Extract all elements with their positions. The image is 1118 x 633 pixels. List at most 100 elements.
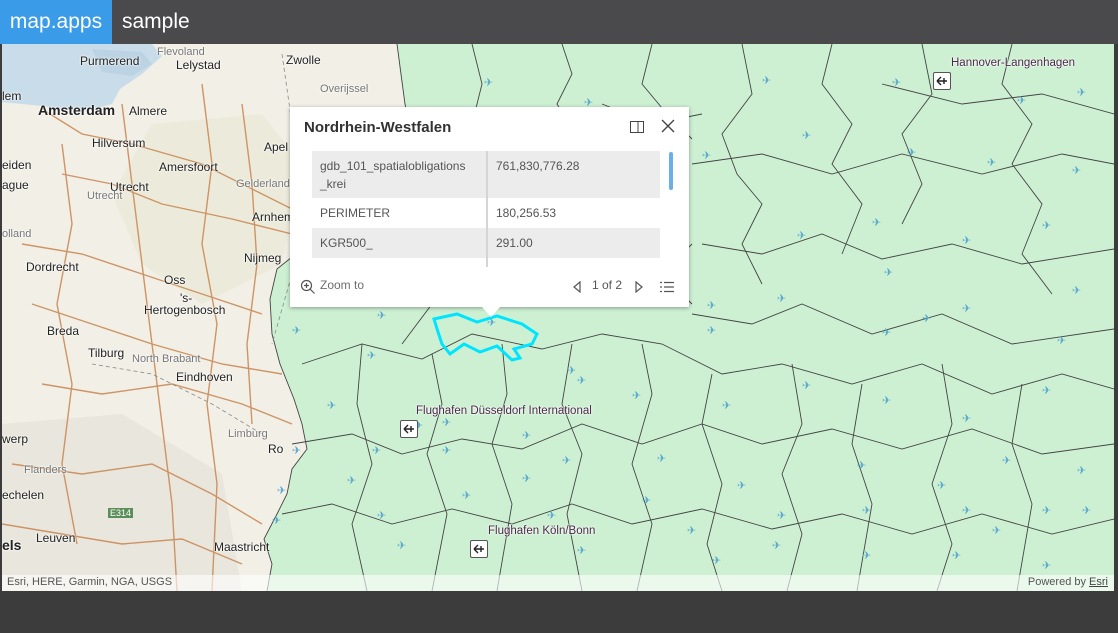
svg-text:✈: ✈ bbox=[777, 292, 786, 305]
attribute-value: 180,256.53 bbox=[496, 206, 557, 220]
map-label-amersfoort: Amersfoort bbox=[159, 160, 218, 174]
airport-icon-dusseldorf[interactable] bbox=[400, 420, 418, 438]
map-label-limburg: Limburg bbox=[228, 428, 268, 440]
popup-title: Nordrhein-Westfalen bbox=[304, 119, 452, 136]
table-row bbox=[312, 258, 660, 267]
svg-text:✈: ✈ bbox=[687, 524, 696, 537]
svg-text:✈: ✈ bbox=[797, 229, 806, 242]
road-shield-e314: E314 bbox=[108, 508, 134, 518]
map-label-eiden: eiden bbox=[2, 158, 32, 172]
map-label-els: els bbox=[2, 537, 22, 553]
attribute-value: 761,830,776.28 bbox=[496, 159, 580, 173]
svg-text:✈: ✈ bbox=[327, 399, 336, 412]
svg-text:✈: ✈ bbox=[962, 504, 971, 517]
map-label-eindhoven: Eindhoven bbox=[176, 370, 233, 384]
feature-pager: 1 of 2 bbox=[592, 278, 623, 292]
svg-text:✈: ✈ bbox=[397, 539, 406, 552]
map-label-werp: werp bbox=[2, 432, 29, 446]
svg-text:✈: ✈ bbox=[707, 299, 716, 312]
map-label-hannover-airport: Hannover-Langenhagen bbox=[951, 57, 1076, 69]
zoom-to-label[interactable]: Zoom to bbox=[320, 278, 364, 292]
airport-icon bbox=[936, 76, 947, 86]
map-label-almere: Almere bbox=[129, 104, 168, 118]
map-label-hertogenbosch: Hertogenbosch bbox=[144, 303, 226, 317]
powered-by-label: Powered by bbox=[1027, 576, 1090, 588]
svg-text:✈: ✈ bbox=[772, 539, 781, 552]
next-feature-button[interactable] bbox=[634, 280, 644, 298]
map-label-leuven: Leuven bbox=[36, 531, 76, 545]
svg-text:✈: ✈ bbox=[712, 554, 721, 567]
previous-feature-button[interactable] bbox=[572, 280, 582, 298]
map-label-utrecht-region: Utrecht bbox=[87, 190, 123, 202]
svg-text:✈: ✈ bbox=[937, 479, 946, 492]
svg-text:✈: ✈ bbox=[762, 74, 771, 87]
svg-text:✈: ✈ bbox=[962, 234, 971, 247]
attribute-name: gdb_101_spatialobligations _krei bbox=[320, 157, 478, 193]
map-label-tilburg: Tilburg bbox=[88, 346, 125, 360]
svg-text:✈: ✈ bbox=[882, 394, 891, 407]
svg-text:✈: ✈ bbox=[777, 509, 786, 522]
map-label-hilversum: Hilversum bbox=[92, 136, 146, 150]
column-divider bbox=[486, 228, 488, 258]
svg-text:✈: ✈ bbox=[872, 216, 881, 229]
map-label-overijssel: Overijssel bbox=[320, 83, 369, 95]
map-label-ro: Ro bbox=[268, 442, 284, 456]
airport-icon bbox=[403, 424, 414, 434]
map-label-amsterdam: Amsterdam bbox=[38, 102, 116, 118]
svg-text:✈: ✈ bbox=[862, 549, 871, 562]
dock-icon bbox=[630, 121, 644, 133]
popup-pointer bbox=[482, 307, 500, 317]
svg-text:✈: ✈ bbox=[922, 312, 931, 325]
svg-text:✈: ✈ bbox=[1002, 454, 1011, 467]
map-label-dordrecht: Dordrecht bbox=[26, 260, 79, 274]
svg-text:✈: ✈ bbox=[1077, 86, 1086, 99]
svg-text:✈: ✈ bbox=[992, 524, 1001, 537]
attribute-value: 291.00 bbox=[496, 236, 533, 250]
svg-text:✈: ✈ bbox=[952, 549, 961, 562]
svg-text:✈: ✈ bbox=[442, 416, 451, 429]
close-button[interactable] bbox=[660, 118, 676, 134]
airport-icon-koeln[interactable] bbox=[470, 540, 488, 558]
attribute-name: KGR500_ bbox=[320, 236, 373, 250]
attribute-name-line: gdb_101_spatialobligations bbox=[320, 159, 466, 173]
svg-text:✈: ✈ bbox=[272, 514, 281, 527]
zoom-to-button[interactable] bbox=[300, 279, 316, 300]
attribute-name-line: _krei bbox=[320, 177, 347, 191]
scrollbar-thumb[interactable] bbox=[669, 152, 673, 190]
svg-text:✈: ✈ bbox=[377, 509, 386, 522]
svg-text:✈: ✈ bbox=[657, 452, 666, 465]
svg-text:✈: ✈ bbox=[907, 146, 916, 159]
svg-text:✈: ✈ bbox=[522, 472, 531, 485]
map-label-koeln-airport: Flughafen Köln/Bonn bbox=[488, 525, 596, 537]
popup-footer: Zoom to 1 of 2 bbox=[290, 273, 689, 299]
svg-text:✈: ✈ bbox=[707, 324, 716, 337]
dock-button[interactable] bbox=[630, 120, 644, 133]
close-icon bbox=[661, 119, 675, 133]
feature-list-button[interactable] bbox=[660, 280, 674, 298]
svg-text:✈: ✈ bbox=[802, 379, 811, 392]
esri-link[interactable]: Esri bbox=[1089, 576, 1108, 588]
svg-text:✈: ✈ bbox=[547, 509, 556, 522]
svg-text:✈: ✈ bbox=[962, 412, 971, 425]
svg-text:✈: ✈ bbox=[577, 544, 586, 557]
svg-text:✈: ✈ bbox=[1072, 284, 1081, 297]
svg-text:✈: ✈ bbox=[1082, 504, 1091, 517]
svg-text:✈: ✈ bbox=[1017, 94, 1026, 107]
svg-text:✈: ✈ bbox=[372, 444, 381, 457]
table-row: PERIMETER 180,256.53 bbox=[312, 198, 660, 228]
chevron-right-icon bbox=[635, 280, 643, 294]
column-divider bbox=[486, 258, 488, 267]
svg-text:✈: ✈ bbox=[1072, 164, 1081, 177]
svg-text:✈: ✈ bbox=[737, 479, 746, 492]
svg-text:✈: ✈ bbox=[722, 399, 731, 412]
map-label-purmerend: Purmerend bbox=[80, 54, 140, 68]
svg-text:✈: ✈ bbox=[702, 149, 711, 162]
svg-text:✈: ✈ bbox=[562, 454, 571, 467]
svg-text:✈: ✈ bbox=[292, 324, 301, 337]
bottom-bar bbox=[0, 591, 1118, 633]
svg-text:✈: ✈ bbox=[577, 374, 586, 387]
svg-text:✈: ✈ bbox=[484, 76, 493, 89]
map-label-gelderland: Gelderland bbox=[236, 178, 290, 190]
airport-icon-hannover[interactable] bbox=[933, 72, 951, 90]
brand-logo[interactable]: map.apps bbox=[0, 0, 112, 44]
